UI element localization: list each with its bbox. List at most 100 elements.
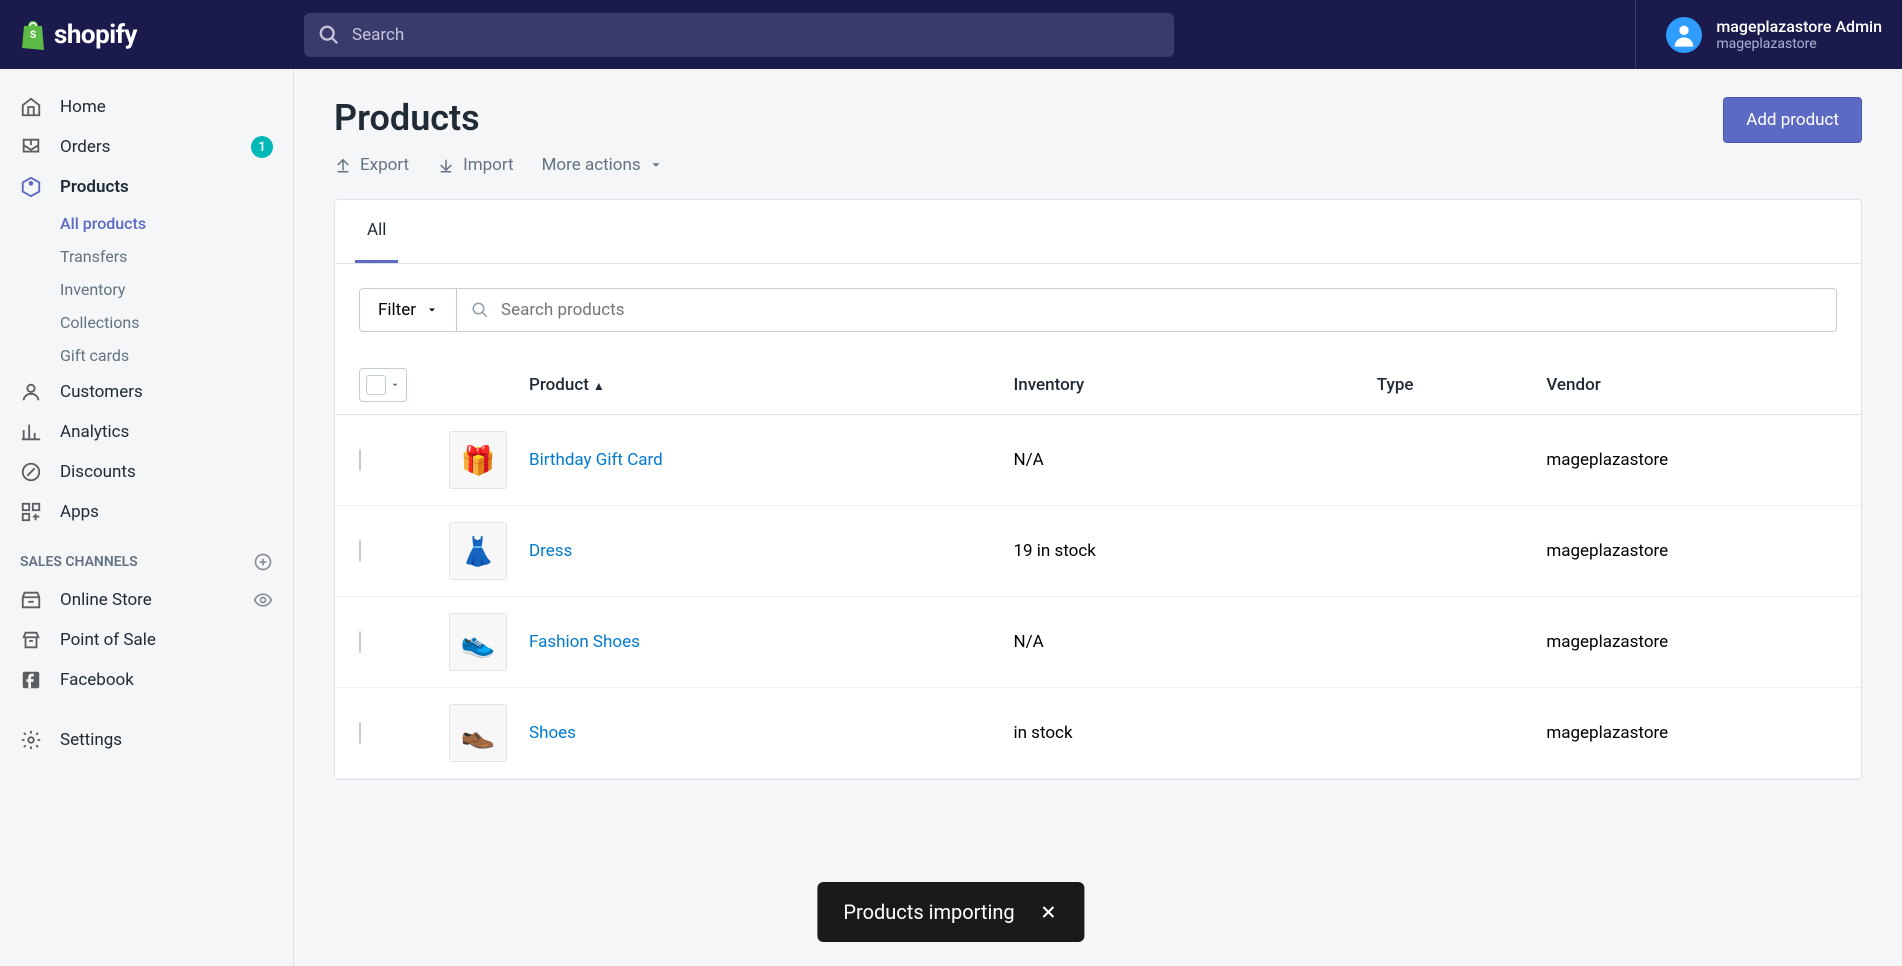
sidebar-item-analytics[interactable]: Analytics <box>0 412 293 452</box>
chevron-down-icon <box>426 304 438 316</box>
sidebar: Home Orders 1 Products All products Tran… <box>0 69 294 966</box>
global-search-input[interactable] <box>304 13 1174 57</box>
sidebar-label: Products <box>60 177 129 197</box>
inventory-cell: N/A <box>1013 632 1376 652</box>
select-all-checkbox[interactable] <box>359 368 407 402</box>
products-card: All Filter <box>334 199 1862 780</box>
chevron-down-icon <box>390 380 400 390</box>
product-thumbnail: 🎁 <box>449 431 507 489</box>
sidebar-label: Home <box>60 97 106 117</box>
gear-icon <box>20 729 42 751</box>
product-search-input[interactable] <box>457 288 1837 332</box>
row-checkbox[interactable] <box>359 631 361 653</box>
pos-icon <box>20 629 42 651</box>
vendor-cell: mageplazastore <box>1546 450 1837 470</box>
store-icon <box>20 589 42 611</box>
logo[interactable]: S shopify <box>20 20 294 50</box>
facebook-icon <box>20 669 42 691</box>
column-type[interactable]: Type <box>1377 375 1547 395</box>
channel-label: Online Store <box>60 590 152 610</box>
page-actions: Export Import More actions <box>334 155 663 175</box>
sidebar-item-discounts[interactable]: Discounts <box>0 452 293 492</box>
subnav-gift-cards[interactable]: Gift cards <box>60 339 293 372</box>
row-checkbox[interactable] <box>359 449 361 471</box>
column-inventory[interactable]: Inventory <box>1013 375 1376 395</box>
export-button[interactable]: Export <box>334 155 409 175</box>
filter-button[interactable]: Filter <box>359 288 457 332</box>
table-row[interactable]: 👟 Fashion Shoes N/A mageplazastore <box>335 597 1861 688</box>
table-row[interactable]: 👞 Shoes in stock mageplazastore <box>335 688 1861 779</box>
row-checkbox[interactable] <box>359 540 361 562</box>
search-icon <box>318 24 340 46</box>
subnav-collections[interactable]: Collections <box>60 306 293 339</box>
toast-message: Products importing <box>843 900 1014 924</box>
subnav-transfers[interactable]: Transfers <box>60 240 293 273</box>
sidebar-label: Apps <box>60 502 99 522</box>
tab-all[interactable]: All <box>355 200 398 263</box>
apps-icon <box>20 501 42 523</box>
product-link[interactable]: Dress <box>529 541 572 561</box>
main-content: Products Export Import More actions <box>294 69 1902 966</box>
home-icon <box>20 96 42 118</box>
user-text: mageplazastore Admin mageplazastore <box>1716 17 1882 52</box>
product-search-wrap <box>457 288 1837 332</box>
brand-text: shopify <box>54 20 137 50</box>
sidebar-item-home[interactable]: Home <box>0 87 293 127</box>
sales-channels-header: SALES CHANNELS <box>0 532 293 580</box>
products-subnav: All products Transfers Inventory Collect… <box>0 207 293 372</box>
sidebar-item-settings[interactable]: Settings <box>0 720 293 760</box>
column-vendor[interactable]: Vendor <box>1546 375 1837 395</box>
more-actions-button[interactable]: More actions <box>542 155 663 175</box>
product-link[interactable]: Birthday Gift Card <box>529 450 663 470</box>
tabs: All <box>335 200 1861 264</box>
inventory-cell: 19 in stock <box>1013 541 1376 561</box>
import-button[interactable]: Import <box>437 155 514 175</box>
search-icon <box>471 301 489 319</box>
sidebar-item-products[interactable]: Products <box>0 167 293 207</box>
subnav-inventory[interactable]: Inventory <box>60 273 293 306</box>
import-icon <box>437 156 455 174</box>
close-icon[interactable] <box>1039 902 1059 922</box>
vendor-cell: mageplazastore <box>1546 632 1837 652</box>
product-thumbnail: 👗 <box>449 522 507 580</box>
page-title: Products <box>334 97 663 139</box>
table-row[interactable]: 👗 Dress 19 in stock mageplazastore <box>335 506 1861 597</box>
channel-pos[interactable]: Point of Sale <box>0 620 293 660</box>
eye-icon[interactable] <box>253 590 273 610</box>
channel-facebook[interactable]: Facebook <box>0 660 293 700</box>
inventory-cell: N/A <box>1013 450 1376 470</box>
user-menu[interactable]: mageplazastore Admin mageplazastore <box>1635 0 1882 69</box>
svg-text:S: S <box>30 30 36 41</box>
product-thumbnail: 👞 <box>449 704 507 762</box>
table-header: Product▲ Inventory Type Vendor <box>335 356 1861 415</box>
orders-badge: 1 <box>251 136 273 158</box>
chevron-down-icon <box>649 158 663 172</box>
global-search-wrap <box>304 13 1174 57</box>
add-product-button[interactable]: Add product <box>1723 97 1862 143</box>
discounts-icon <box>20 461 42 483</box>
add-channel-icon[interactable] <box>253 552 273 572</box>
sidebar-item-customers[interactable]: Customers <box>0 372 293 412</box>
subnav-all-products[interactable]: All products <box>60 207 293 240</box>
filter-row: Filter <box>335 264 1861 356</box>
sidebar-item-apps[interactable]: Apps <box>0 492 293 532</box>
user-store: mageplazastore <box>1716 36 1882 52</box>
products-table: Product▲ Inventory Type Vendor 🎁 Birthda… <box>335 356 1861 779</box>
sidebar-label: Analytics <box>60 422 129 442</box>
table-row[interactable]: 🎁 Birthday Gift Card N/A mageplazastore <box>335 415 1861 506</box>
shopify-bag-icon: S <box>20 20 46 50</box>
channel-online-store[interactable]: Online Store <box>0 580 293 620</box>
avatar <box>1666 17 1702 53</box>
export-icon <box>334 156 352 174</box>
product-link[interactable]: Fashion Shoes <box>529 632 640 652</box>
column-product[interactable]: Product▲ <box>529 375 1013 395</box>
products-icon <box>20 176 42 198</box>
product-link[interactable]: Shoes <box>529 723 576 743</box>
sidebar-label: Orders <box>60 137 110 157</box>
row-checkbox[interactable] <box>359 722 361 744</box>
channel-label: Facebook <box>60 670 134 690</box>
customers-icon <box>20 381 42 403</box>
sidebar-item-orders[interactable]: Orders 1 <box>0 127 293 167</box>
checkbox-icon <box>366 375 386 395</box>
toast-notification: Products importing <box>817 882 1084 942</box>
